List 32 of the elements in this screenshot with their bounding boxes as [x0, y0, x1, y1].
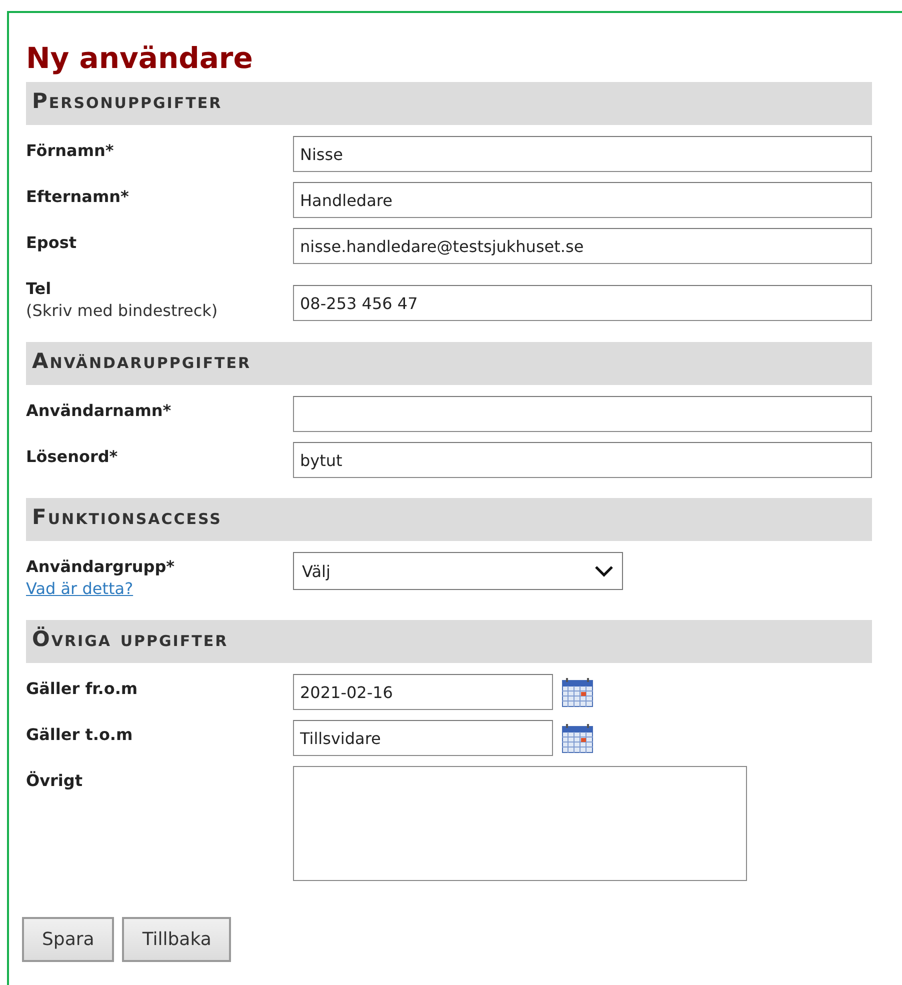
calendar-icon[interactable]: [562, 724, 593, 752]
section-heading: Användaruppgifter: [26, 342, 872, 385]
calendar-icon[interactable]: [562, 678, 593, 706]
date-field[interactable]: Tillsvidare: [293, 720, 553, 756]
field-label: Efternamn*: [26, 186, 130, 208]
help-link[interactable]: Vad är detta?: [26, 578, 134, 600]
field-label: Gäller fr.o.m: [26, 678, 139, 700]
text-field[interactable]: 08-253 456 47: [293, 285, 872, 321]
save-button[interactable]: Spara: [22, 917, 114, 962]
text-field[interactable]: Handledare: [293, 182, 872, 218]
field-label: Användargrupp*: [26, 556, 176, 578]
section-heading: Övriga uppgifter: [26, 620, 872, 663]
field-label: Gäller t.o.m: [26, 724, 134, 746]
dropdown[interactable]: Välj: [293, 552, 623, 590]
field-hint: (Skriv med bindestreck): [26, 300, 219, 322]
text-area[interactable]: [293, 766, 747, 881]
field-label: Förnamn*: [26, 140, 115, 162]
chevron-down-icon: [594, 565, 614, 577]
field-label: Lösenord*: [26, 446, 119, 468]
text-field[interactable]: Nisse: [293, 136, 872, 172]
field-label: Epost: [26, 232, 78, 254]
page-title: Ny användare: [26, 40, 254, 76]
section-heading: Personuppgifter: [26, 82, 872, 125]
date-field[interactable]: 2021-02-16: [293, 674, 553, 710]
text-field[interactable]: [293, 396, 872, 432]
text-field[interactable]: nisse.handledare@testsjukhuset.se: [293, 228, 872, 264]
text-field[interactable]: bytut: [293, 442, 872, 478]
back-button[interactable]: Tillbaka: [122, 917, 232, 962]
field-label: Tel: [26, 278, 52, 300]
section-heading: Funktionsaccess: [26, 498, 872, 541]
field-label: Övrigt: [26, 770, 84, 792]
field-label: Användarnamn*: [26, 400, 172, 422]
